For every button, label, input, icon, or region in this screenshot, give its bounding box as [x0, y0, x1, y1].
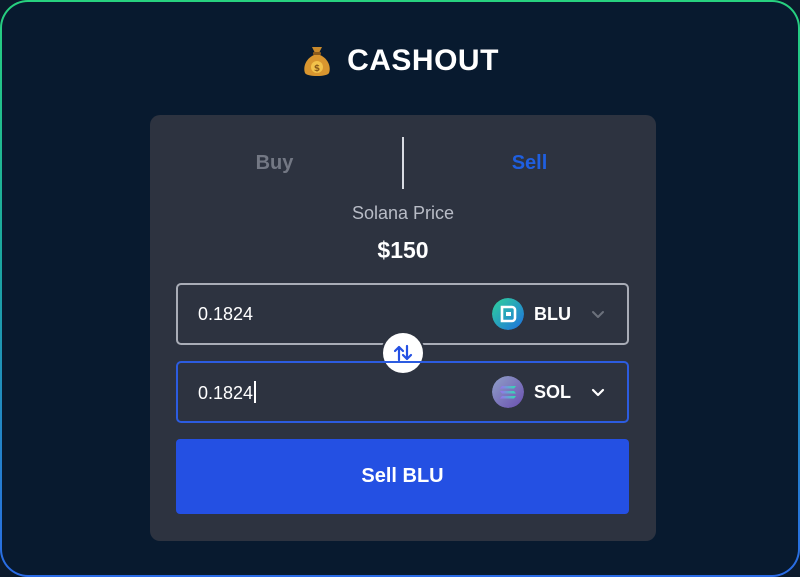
- app-window: $ CASHOUT Buy Sell Solana Price $150 0.1…: [2, 2, 798, 575]
- blu-token-icon: [492, 298, 524, 330]
- trade-card: Buy Sell Solana Price $150 0.1824 BLU 0.…: [150, 115, 656, 541]
- header: $ CASHOUT: [2, 44, 798, 78]
- tab-sell[interactable]: Sell: [403, 137, 656, 189]
- to-token-name: SOL: [533, 381, 571, 402]
- sell-button[interactable]: Sell BLU: [176, 439, 629, 514]
- app-frame: $ CASHOUT Buy Sell Solana Price $150 0.1…: [0, 0, 800, 577]
- from-token-name: BLU: [534, 303, 571, 324]
- chevron-down-icon: [592, 311, 604, 318]
- solana-token-icon: [491, 376, 524, 408]
- tab-buy-label: Buy: [255, 151, 294, 174]
- text-caret: [254, 380, 257, 403]
- to-amount-input[interactable]: 0.1824: [198, 383, 253, 403]
- from-token-selector[interactable]: BLU: [492, 298, 605, 330]
- svg-text:$: $: [314, 64, 320, 74]
- tab-buy[interactable]: Buy: [150, 137, 403, 189]
- tab-sell-label: Sell: [511, 151, 548, 174]
- money-bag-icon: $: [304, 47, 330, 76]
- price-value: $150: [377, 237, 429, 263]
- to-amount-field[interactable]: 0.1824 SOL: [176, 361, 629, 423]
- from-amount-input[interactable]: 0.1824: [198, 304, 492, 325]
- chevron-down-icon: [591, 388, 605, 397]
- page-title: CASHOUT: [347, 44, 499, 77]
- to-amount-input-wrap[interactable]: 0.1824: [198, 380, 492, 404]
- trade-tabs: Buy Sell: [150, 137, 656, 189]
- price-label: Solana Price: [351, 203, 455, 223]
- to-token-selector[interactable]: SOL: [491, 376, 605, 408]
